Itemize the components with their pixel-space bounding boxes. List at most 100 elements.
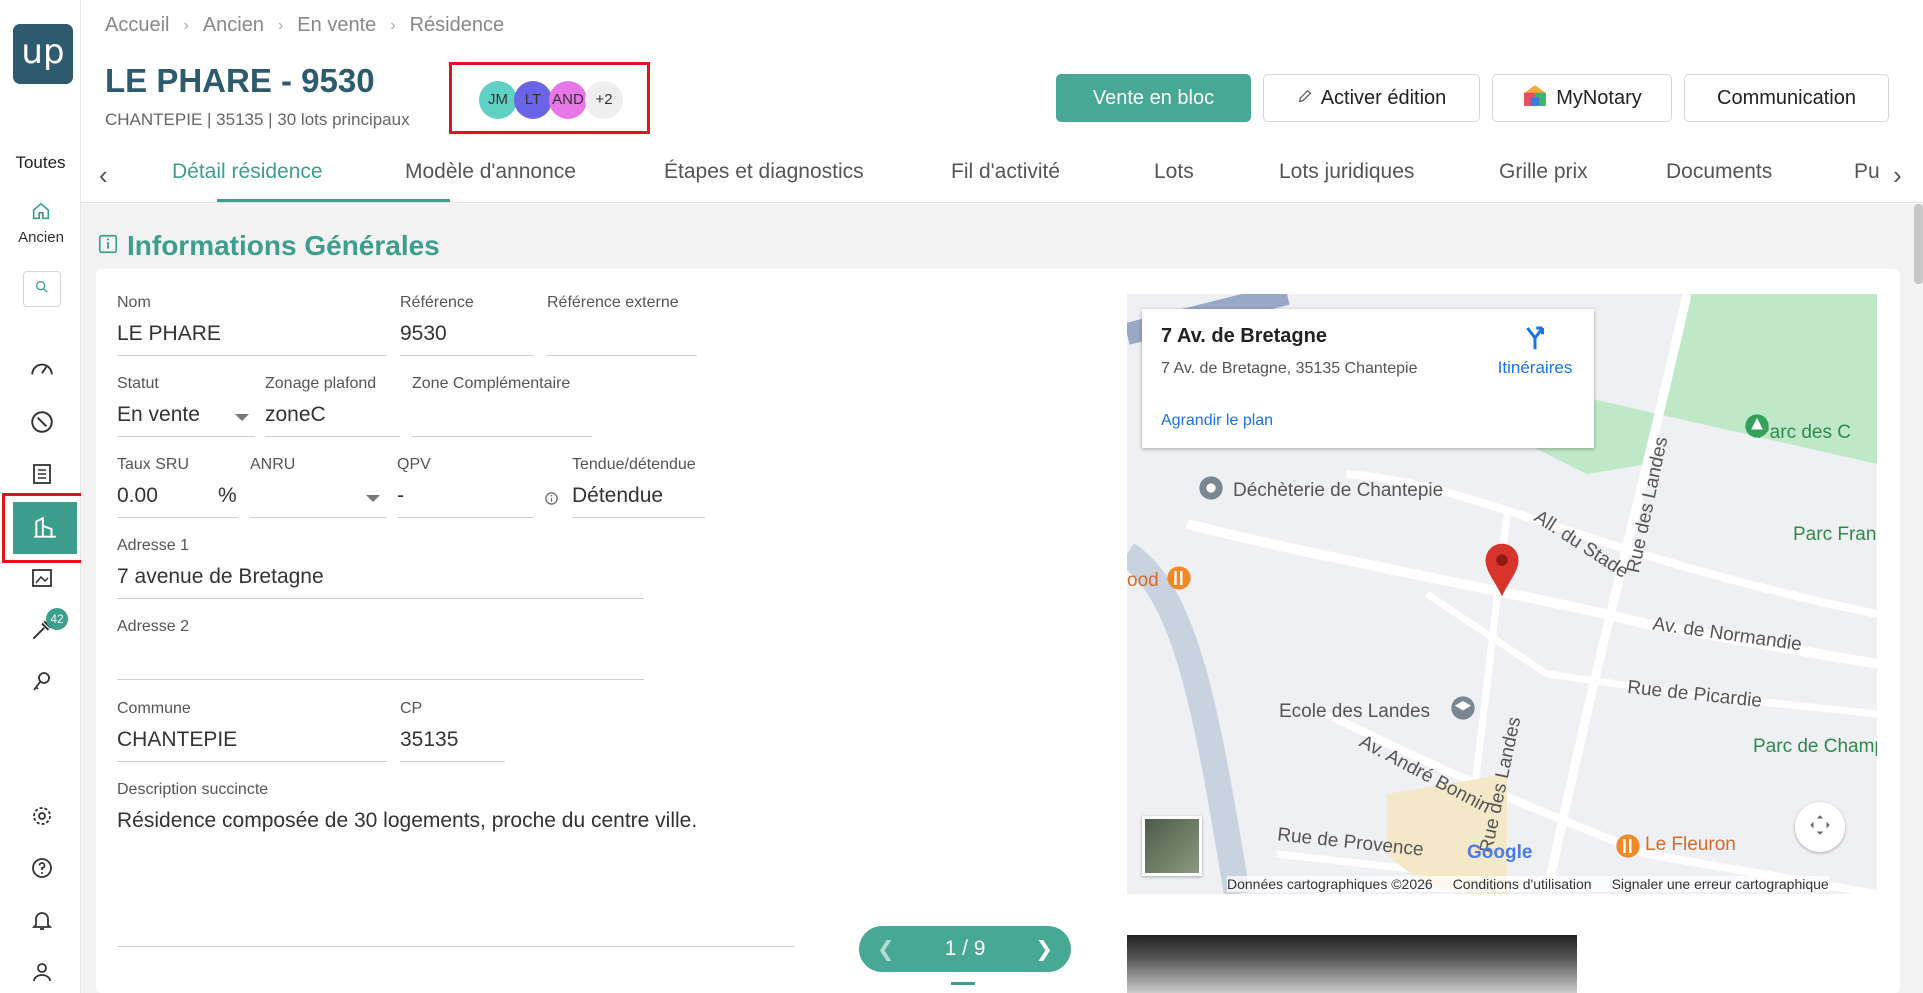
tendue-detendue-field[interactable]: Tendue/détendue Détendue <box>572 456 705 518</box>
list-icon[interactable] <box>24 456 60 492</box>
commune-field[interactable]: Commune CHANTEPIE <box>117 700 387 762</box>
help-icon[interactable] <box>24 850 60 886</box>
map-poi-label[interactable]: Ecole des Landes <box>1279 701 1430 723</box>
chevron-left-icon[interactable]: ‹ <box>99 160 108 191</box>
assigned-users-highlight[interactable]: JM LT AND +2 <box>449 62 650 134</box>
tab-lots-juridiques[interactable]: Lots juridiques <box>1279 160 1414 184</box>
map-poi-label[interactable]: Le Fleuron <box>1645 834 1736 856</box>
field-label: Référence <box>400 294 474 311</box>
cp-field[interactable]: CP 35135 <box>400 700 505 762</box>
chevron-right-icon[interactable]: ❯ <box>1035 937 1053 962</box>
map-poi-label[interactable]: Déchèterie de Chantepie <box>1233 480 1443 502</box>
settings-icon[interactable] <box>24 798 60 834</box>
adresse1-input[interactable]: 7 avenue de Bretagne <box>117 565 644 599</box>
adresse2-input[interactable] <box>117 646 644 680</box>
tab-fil-activite[interactable]: Fil d'activité <box>951 160 1060 184</box>
scope-selector[interactable]: Toutes <box>0 153 81 173</box>
tendue-input[interactable]: Détendue <box>572 484 705 518</box>
expand-icon <box>1807 812 1833 843</box>
residence-photo[interactable] <box>1127 935 1577 993</box>
sidebar-item-residences-highlight[interactable] <box>2 493 88 563</box>
map-terms-link[interactable]: Conditions d'utilisation <box>1453 876 1592 892</box>
app-logo[interactable]: up <box>13 24 73 84</box>
nom-field[interactable]: Nom LE PHARE <box>117 294 387 356</box>
avatar[interactable]: JM <box>479 81 517 119</box>
user-icon[interactable] <box>24 954 60 990</box>
qpv-field[interactable]: QPV - <box>397 456 533 518</box>
mynotary-button[interactable]: MyNotary <box>1492 74 1672 122</box>
tab-grille-prix[interactable]: Grille prix <box>1499 160 1588 184</box>
restaurant-icon[interactable] <box>1165 564 1193 597</box>
anru-field[interactable]: ANRU <box>250 456 386 518</box>
taux-sru-input[interactable]: 0.00% <box>117 484 238 518</box>
gallery-icon[interactable] <box>24 560 60 596</box>
sidebar-item-ancien[interactable]: Ancien <box>8 200 74 246</box>
adresse2-field[interactable]: Adresse 2 <box>117 618 644 680</box>
caret-down-icon <box>235 414 249 421</box>
zonage-plafond-field[interactable]: Zonage plafond zoneC <box>265 375 400 437</box>
google-logo: Google <box>1467 842 1533 863</box>
reference-externe-input[interactable] <box>547 322 697 356</box>
communication-button[interactable]: Communication <box>1684 74 1889 122</box>
button-label: Communication <box>1717 86 1856 109</box>
tab-detail-residence[interactable]: Détail résidence <box>172 160 323 184</box>
chevron-right-icon: › <box>277 16 284 34</box>
breadcrumb-item[interactable]: En vente <box>297 14 376 37</box>
chevron-left-icon[interactable]: ❮ <box>877 937 895 962</box>
cp-input[interactable]: 35135 <box>400 728 505 762</box>
tab-documents[interactable]: Documents <box>1666 160 1772 184</box>
nom-input[interactable]: LE PHARE <box>117 322 387 356</box>
description-textarea[interactable]: Résidence composée de 30 logements, proc… <box>117 809 817 843</box>
map-poi-label[interactable]: Parc Fran <box>1793 524 1876 546</box>
button-label: Vente en bloc <box>1092 86 1215 109</box>
map-marker-icon[interactable] <box>1482 542 1522 603</box>
park-icon[interactable] <box>1743 412 1771 445</box>
school-icon[interactable] <box>1449 694 1477 727</box>
map-poi-pin-icon[interactable] <box>1197 474 1225 507</box>
commune-input[interactable]: CHANTEPIE <box>117 728 387 762</box>
map-report-link[interactable]: Signaler une erreur cartographique <box>1612 876 1829 892</box>
fullscreen-button[interactable] <box>1795 802 1845 852</box>
description-field[interactable]: Description succincte Résidence composée… <box>117 781 817 843</box>
scrollbar[interactable] <box>1914 204 1923 284</box>
satellite-toggle[interactable] <box>1142 816 1202 876</box>
enlarge-map-link[interactable]: Agrandir le plan <box>1161 412 1273 430</box>
keys-icon[interactable] <box>24 664 60 700</box>
tab-lots[interactable]: Lots <box>1154 160 1194 184</box>
compass-icon[interactable] <box>24 404 60 440</box>
tab-etapes-diagnostics[interactable]: Étapes et diagnostics <box>664 160 864 184</box>
taux-sru-field[interactable]: Taux SRU 0.00% <box>117 456 238 518</box>
avatar[interactable]: AND <box>549 81 587 119</box>
vente-en-bloc-button[interactable]: Vente en bloc <box>1056 74 1251 122</box>
zonage-input[interactable]: zoneC <box>265 403 400 437</box>
zone-complementaire-input[interactable] <box>412 403 592 437</box>
tab-modele-annonce[interactable]: Modèle d'annonce <box>405 160 576 184</box>
field-label: Adresse 1 <box>117 537 190 554</box>
tab-truncated[interactable]: Pu <box>1854 160 1889 184</box>
statut-field[interactable]: Statut En vente <box>117 375 255 437</box>
restaurant-icon[interactable] <box>1614 832 1642 865</box>
info-circle-icon[interactable] <box>544 491 559 511</box>
chevron-right-icon[interactable]: › <box>1893 160 1902 191</box>
zone-complementaire-field[interactable]: Zone Complémentaire <box>412 375 592 437</box>
field-label: Statut <box>117 375 159 392</box>
bell-icon[interactable] <box>24 902 60 938</box>
breadcrumb-item[interactable]: Accueil <box>105 14 169 37</box>
reference-field[interactable]: Référence 9530 <box>400 294 533 356</box>
sidebar-search-button[interactable] <box>23 271 61 307</box>
map-poi-label[interactable]: Parc des C <box>1757 422 1851 444</box>
directions-button[interactable]: Itinéraires <box>1485 323 1585 378</box>
avatar-more[interactable]: +2 <box>585 81 623 119</box>
reference-input[interactable]: 9530 <box>400 322 533 356</box>
directions-icon <box>1520 326 1550 357</box>
avatar[interactable]: LT <box>514 81 552 119</box>
map-poi-label[interactable]: Parc de Champ <box>1753 736 1877 758</box>
reference-externe-field[interactable]: Référence externe <box>547 294 697 356</box>
field-label: Référence externe <box>547 294 679 311</box>
map-poi-label[interactable]: ood <box>1127 570 1159 592</box>
qpv-input[interactable]: - <box>397 484 533 518</box>
adresse1-field[interactable]: Adresse 1 7 avenue de Bretagne <box>117 537 644 599</box>
breadcrumb-item[interactable]: Ancien <box>203 14 264 37</box>
activer-edition-button[interactable]: Activer édition <box>1263 74 1480 122</box>
dashboard-icon[interactable] <box>24 352 60 388</box>
